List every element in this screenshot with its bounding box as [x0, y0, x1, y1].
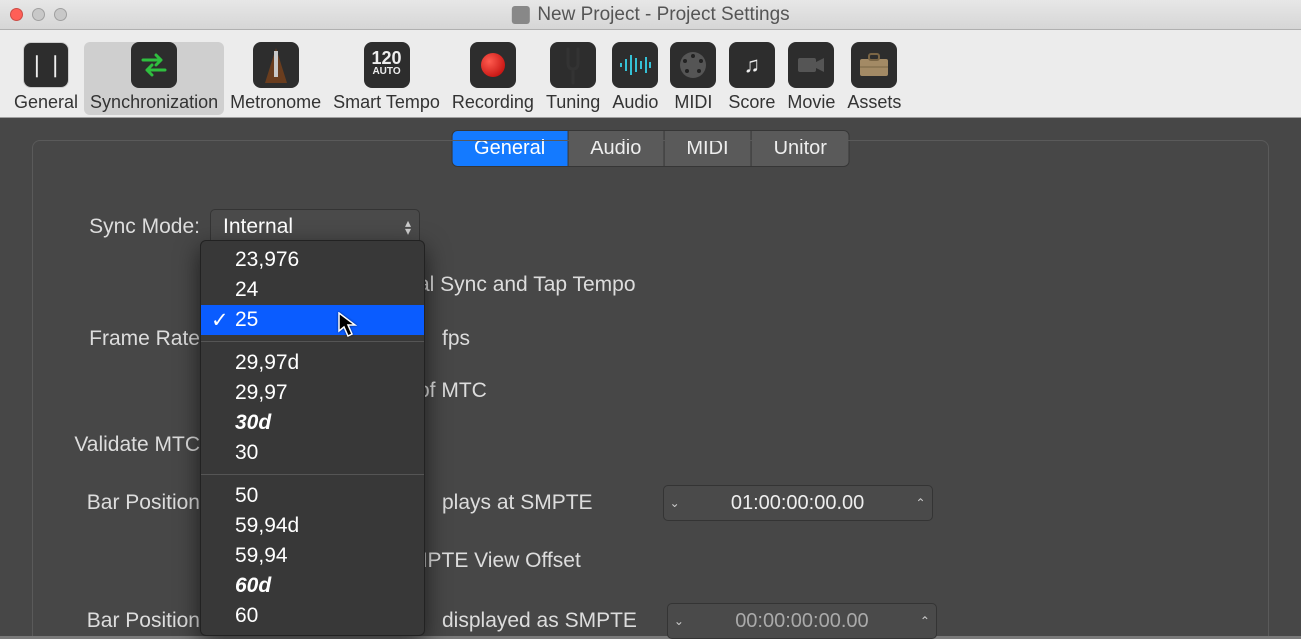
sync-form: Sync Mode: Internal ▴▾ al Sync and Tap T…: [0, 185, 1301, 636]
sync-tap-text: al Sync and Tap Tempo: [418, 273, 636, 297]
validate-mtc-label: Validate MTC: [0, 433, 210, 457]
toolbar-label: Metronome: [230, 92, 321, 113]
mtc-text: of MTC: [418, 379, 487, 403]
toolbar-midi[interactable]: MIDI: [664, 42, 722, 115]
menu-item[interactable]: 50: [201, 481, 424, 511]
menu-item[interactable]: 60: [201, 601, 424, 631]
toolbar-audio[interactable]: Audio: [606, 42, 664, 115]
titlebar: New Project - Project Settings: [0, 0, 1301, 30]
toolbar-label: Recording: [452, 92, 534, 113]
toolbar-general[interactable]: ❘❘ General: [8, 42, 84, 115]
midi-plug-icon: [670, 42, 716, 88]
menu-item[interactable]: 30: [201, 438, 424, 468]
menu-separator: [201, 341, 424, 342]
toolbar-label: General: [14, 92, 78, 113]
menu-item-label: 25: [235, 308, 258, 331]
fps-label: fps: [442, 327, 470, 351]
switch-icon: ❘❘: [23, 42, 69, 88]
camera-icon: [788, 42, 834, 88]
plays-at-smpte-label: plays at SMPTE: [442, 491, 593, 515]
window-title-text: New Project - Project Settings: [537, 4, 789, 26]
toolbar-score[interactable]: ♫ Score: [722, 42, 781, 115]
zoom-window-button[interactable]: [54, 8, 67, 21]
chevron-up-icon[interactable]: ⌃: [916, 496, 926, 510]
menu-item[interactable]: 29,97: [201, 378, 424, 408]
smpte-view-offset-text: MPTE View Offset: [410, 549, 581, 573]
chevron-down-icon[interactable]: ⌄: [670, 496, 680, 510]
toolbar-label: Tuning: [546, 92, 600, 113]
toolbar-label: Assets: [847, 92, 901, 113]
displayed-as-smpte-label: displayed as SMPTE: [442, 609, 637, 633]
frame-rate-menu[interactable]: 23,976 24 ✓ 25 29,97d 29,97 30d 30 50 59…: [200, 240, 425, 636]
app-icon: [511, 6, 529, 24]
menu-item[interactable]: 59,94: [201, 541, 424, 571]
smpte-2-value: 00:00:00:00.00: [684, 610, 920, 633]
menu-item[interactable]: 29,97d: [201, 348, 424, 378]
chevron-down-icon[interactable]: ⌄: [674, 614, 684, 628]
window-title: New Project - Project Settings: [511, 4, 789, 26]
minimize-window-button[interactable]: [32, 8, 45, 21]
frame-rate-label: Frame Rate: [0, 327, 210, 351]
toolbar-label: Audio: [612, 92, 658, 113]
menu-item[interactable]: 23,976: [201, 245, 424, 275]
toolbar-label: Score: [728, 92, 775, 113]
sync-mode-label: Sync Mode:: [0, 215, 210, 239]
waveform-icon: [612, 42, 658, 88]
tempo-sub: AUTO: [372, 65, 400, 78]
menu-separator: [201, 474, 424, 475]
toolbar-label: Movie: [787, 92, 835, 113]
briefcase-icon: [851, 42, 897, 88]
chevron-updown-icon: ▴▾: [405, 219, 411, 235]
chevron-up-icon[interactable]: ⌃: [920, 614, 930, 628]
menu-item[interactable]: 24: [201, 275, 424, 305]
metronome-icon: [253, 42, 299, 88]
toolbar-metronome[interactable]: Metronome: [224, 42, 327, 115]
toolbar-label: Smart Tempo: [333, 92, 440, 113]
toolbar-movie[interactable]: Movie: [781, 42, 841, 115]
menu-item[interactable]: 59,94d: [201, 511, 424, 541]
traffic-lights: [10, 8, 67, 21]
record-icon: [470, 42, 516, 88]
menu-item-selected[interactable]: ✓ 25: [201, 305, 424, 335]
toolbar-smart-tempo[interactable]: 120 AUTO Smart Tempo: [327, 42, 446, 115]
toolbar-label: Synchronization: [90, 92, 218, 113]
sync-mode-value: Internal: [223, 215, 293, 238]
menu-item[interactable]: 30d: [201, 408, 424, 438]
menu-item[interactable]: 60d: [201, 571, 424, 601]
smpte-1-value: 01:00:00:00.00: [680, 492, 916, 515]
bar-position-label-1: Bar Position: [0, 491, 210, 515]
toolbar-tuning[interactable]: Tuning: [540, 42, 606, 115]
bar-position-label-2: Bar Position: [0, 609, 210, 633]
smpte-2-spinner[interactable]: ⌄ 00:00:00:00.00 ⌃: [667, 603, 937, 639]
sync-arrows-icon: [131, 42, 177, 88]
tuning-fork-icon: [550, 42, 596, 88]
toolbar-assets[interactable]: Assets: [841, 42, 907, 115]
check-icon: ✓: [211, 308, 229, 333]
toolbar-label: MIDI: [674, 92, 712, 113]
tempo-number: 120: [372, 52, 402, 65]
tempo-icon: 120 AUTO: [364, 42, 410, 88]
toolbar: ❘❘ General Synchronization Metronome 120…: [0, 30, 1301, 118]
close-window-button[interactable]: [10, 8, 23, 21]
toolbar-recording[interactable]: Recording: [446, 42, 540, 115]
music-note-icon: ♫: [729, 42, 775, 88]
smpte-1-spinner[interactable]: ⌄ 01:00:00:00.00 ⌃: [663, 485, 933, 521]
mouse-cursor-icon: [338, 312, 358, 343]
toolbar-synchronization[interactable]: Synchronization: [84, 42, 224, 115]
